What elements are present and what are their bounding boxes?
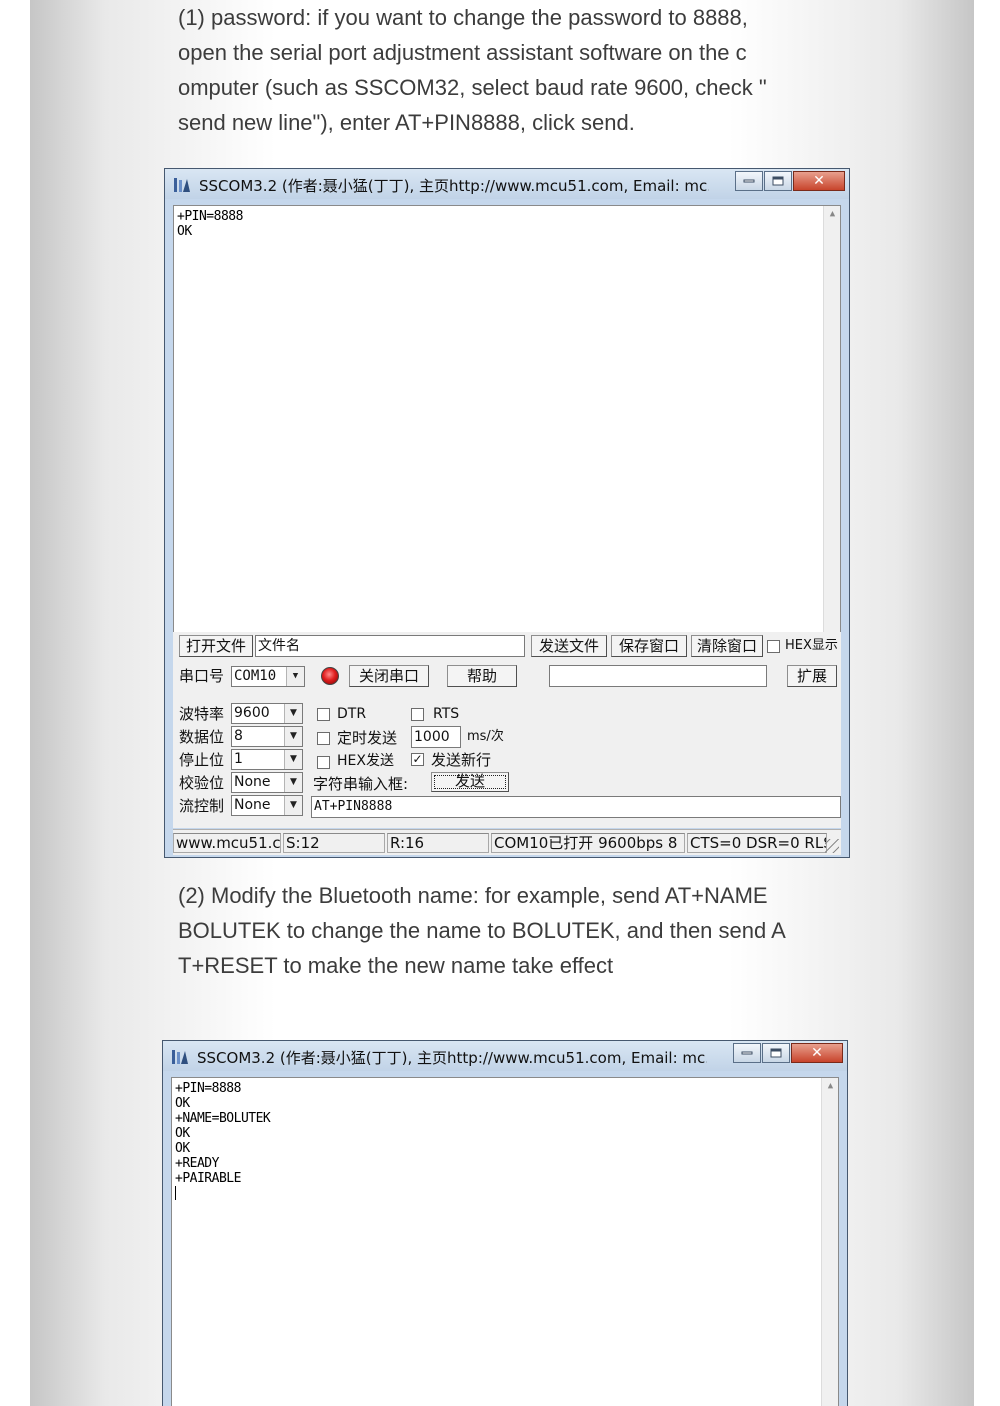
caption-buttons: ✕ (732, 1043, 843, 1063)
close-port-button[interactable]: 关闭串口 (349, 665, 429, 687)
receive-area[interactable]: +PIN=8888 OK +NAME=BOLUTEK OK OK +READY … (171, 1077, 839, 1406)
maximize-button[interactable] (762, 1043, 790, 1063)
receive-line: OK (175, 1126, 190, 1141)
send-newline-label: 发送新行 (431, 751, 492, 769)
receive-line: +READY (175, 1156, 219, 1171)
baud-select[interactable]: 9600 ▼ (231, 703, 303, 724)
caption-buttons: ✕ (734, 171, 845, 191)
data-bits-select[interactable]: 8 ▼ (231, 726, 303, 747)
status-bar: www.mcu51.com S:12 R:16 COM10已打开 9600bps… (173, 829, 841, 855)
baud-value: 9600 (234, 705, 270, 721)
status-received: R:16 (387, 833, 489, 853)
hex-send-label: HEX发送 (337, 753, 394, 769)
sscom-window-2: SSCOM3.2 (作者:聂小猛(丁丁), 主页http://www.mcu51… (162, 1040, 848, 1406)
instruction-paragraph-2: (2) Modify the Bluetooth name: for examp… (178, 883, 786, 978)
stop-bits-value: 1 (234, 751, 243, 767)
port-label: 串口号 (179, 667, 225, 685)
data-bits-label: 数据位 (179, 728, 225, 746)
status-lines: CTS=0 DSR=0 RLSD=0 (687, 833, 827, 853)
flow-control-select[interactable]: None ▼ (231, 795, 303, 816)
receive-scrollbar[interactable]: ▲ (821, 1078, 838, 1406)
chevron-down-icon: ▼ (284, 727, 302, 746)
clear-window-button[interactable]: 清除窗口 (691, 635, 763, 657)
rts-checkbox[interactable] (411, 708, 424, 721)
parity-select[interactable]: None ▼ (231, 772, 303, 793)
receive-line: OK (175, 1096, 190, 1111)
minimize-button[interactable] (733, 1043, 761, 1063)
string-input-field[interactable]: AT+PIN8888 (311, 796, 841, 818)
close-icon: ✕ (813, 173, 825, 189)
maximize-button[interactable] (764, 171, 792, 191)
scroll-up-arrow-icon[interactable]: ▲ (824, 206, 841, 223)
text-cursor (175, 1186, 838, 1204)
close-button[interactable]: ✕ (791, 1043, 843, 1063)
data-bits-value: 8 (234, 728, 243, 744)
help-button[interactable]: 帮助 (447, 665, 517, 687)
send-button[interactable]: 发送 (431, 772, 509, 792)
port-select[interactable]: COM10 ▼ (231, 666, 305, 687)
window-title: SSCOM3.2 (作者:聂小猛(丁丁), 主页http://www.mcu51… (199, 177, 709, 195)
close-icon: ✕ (811, 1045, 823, 1061)
baud-label: 波特率 (179, 705, 225, 723)
sscom-window-1: SSCOM3.2 (作者:聂小猛(丁丁), 主页http://www.mcu51… (164, 168, 850, 858)
rts-label: RTS (433, 706, 460, 722)
expand-button[interactable]: 扩展 (787, 665, 837, 687)
stop-bits-label: 停止位 (179, 751, 225, 769)
receive-line: OK (177, 224, 192, 239)
sscom-app-icon (172, 1050, 188, 1064)
chevron-down-icon: ▼ (284, 750, 302, 769)
timed-send-checkbox[interactable] (317, 732, 330, 745)
resize-grip[interactable] (825, 839, 839, 853)
hex-display-label: HEX显示 (785, 638, 838, 653)
chevron-down-icon: ▼ (284, 796, 302, 815)
receive-line: OK (175, 1141, 190, 1156)
receive-line: +PIN=8888 (177, 209, 243, 224)
chevron-down-icon: ▼ (284, 704, 302, 723)
caret (175, 1186, 176, 1200)
open-file-button[interactable]: 打开文件 (179, 635, 253, 657)
status-sent: S:12 (283, 833, 385, 853)
parity-label: 校验位 (179, 774, 225, 792)
interval-unit-label: ms/次 (467, 729, 504, 744)
minimize-icon (741, 1051, 753, 1055)
title-bar[interactable]: SSCOM3.2 (作者:聂小猛(丁丁), 主页http://www.mcu51… (163, 1041, 847, 1071)
scroll-up-arrow-icon[interactable]: ▲ (822, 1078, 839, 1095)
receive-line: +NAME=BOLUTEK (175, 1111, 271, 1126)
send-newline-checkbox[interactable]: ✓ (411, 753, 424, 766)
port-status-led-icon (321, 667, 339, 685)
dtr-checkbox[interactable] (317, 708, 330, 721)
maximize-icon (772, 176, 784, 186)
extra-field[interactable] (549, 665, 767, 687)
hex-send-checkbox[interactable] (317, 756, 330, 769)
interval-input[interactable]: 1000 (411, 726, 461, 748)
maximize-icon (770, 1048, 782, 1058)
chevron-down-icon: ▼ (286, 667, 304, 686)
window-title: SSCOM3.2 (作者:聂小猛(丁丁), 主页http://www.mcu51… (197, 1049, 707, 1067)
minimize-button[interactable] (735, 171, 763, 191)
port-select-value: COM10 (234, 668, 277, 684)
minimize-icon (743, 179, 755, 183)
receive-line: +PIN=8888 (175, 1081, 241, 1096)
hex-display-checkbox[interactable] (767, 640, 780, 653)
control-panel: 打开文件 文件名 发送文件 保存窗口 清除窗口 HEX显示 串口号 COM10 … (173, 632, 841, 828)
close-button[interactable]: ✕ (793, 171, 845, 191)
sscom-app-icon (174, 178, 190, 192)
stop-bits-select[interactable]: 1 ▼ (231, 749, 303, 770)
dtr-label: DTR (337, 706, 367, 722)
receive-line: +PAIRABLE (175, 1171, 241, 1186)
instruction-paragraph-1: (1) password: if you want to change the … (178, 5, 767, 135)
flow-control-value: None (234, 797, 271, 813)
chevron-down-icon: ▼ (284, 773, 302, 792)
string-input-label: 字符串输入框: (313, 775, 409, 793)
status-site: www.mcu51.com (173, 833, 281, 853)
send-file-button[interactable]: 发送文件 (531, 635, 607, 657)
timed-send-label: 定时发送 (337, 729, 398, 747)
title-bar[interactable]: SSCOM3.2 (作者:聂小猛(丁丁), 主页http://www.mcu51… (165, 169, 849, 199)
status-port-state: COM10已打开 9600bps 8 (491, 833, 685, 853)
flow-control-label: 流控制 (179, 797, 225, 815)
save-window-button[interactable]: 保存窗口 (611, 635, 687, 657)
file-name-field[interactable]: 文件名 (255, 635, 525, 657)
parity-value: None (234, 774, 271, 790)
